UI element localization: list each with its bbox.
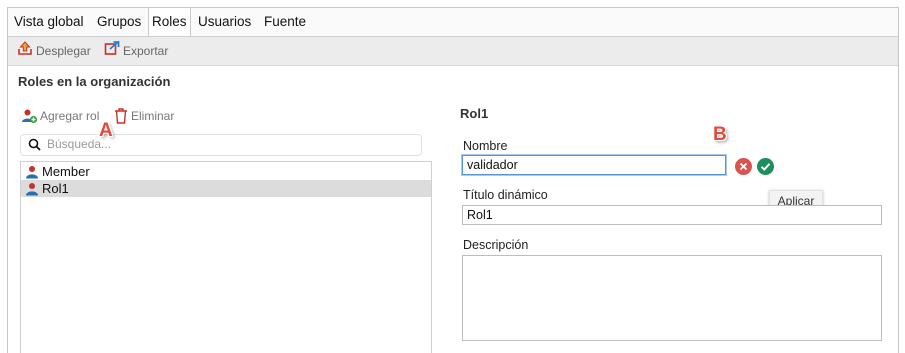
role-name: Rol1	[42, 181, 69, 196]
detail-title: Rol1	[460, 106, 489, 121]
role-name: Member	[42, 164, 90, 179]
delete-role-button[interactable]: Eliminar	[114, 108, 174, 124]
delete-role-label: Eliminar	[131, 109, 175, 123]
deploy-label: Desplegar	[36, 44, 91, 58]
section-title: Roles en la organización	[18, 74, 171, 89]
description-label: Descripción	[463, 238, 529, 252]
annotation-a: A	[99, 120, 113, 141]
app-window: Vista global Grupos Roles Usuarios Fuent…	[7, 7, 899, 353]
list-item[interactable]: Member	[21, 163, 431, 180]
dynamic-title-field[interactable]	[462, 205, 882, 225]
search-field[interactable]: Búsqueda...	[20, 134, 422, 156]
trash-icon	[114, 108, 128, 124]
search-icon	[28, 138, 41, 154]
deploy-button[interactable]: Desplegar	[17, 37, 91, 65]
cancel-icon	[739, 162, 748, 171]
tab-vista-global[interactable]: Vista global	[14, 8, 84, 36]
annotation-b: B	[713, 124, 727, 145]
tab-fuente[interactable]: Fuente	[264, 8, 306, 36]
cancel-button[interactable]	[735, 158, 752, 175]
apply-button[interactable]	[757, 158, 774, 175]
add-role-button[interactable]: Agregar rol	[21, 108, 99, 124]
user-icon	[25, 182, 39, 196]
tab-grupos[interactable]: Grupos	[97, 8, 141, 36]
toolbar: Desplegar Exportar	[8, 37, 898, 66]
name-label: Nombre	[463, 139, 508, 153]
roles-list: Member Rol1	[20, 161, 432, 353]
tab-roles[interactable]: Roles	[148, 8, 191, 36]
name-field[interactable]	[462, 155, 726, 175]
tab-usuarios[interactable]: Usuarios	[198, 8, 251, 36]
export-button[interactable]: Exportar	[104, 37, 168, 65]
dynamic-title-label: Título dinámico	[463, 188, 548, 202]
user-icon	[25, 165, 39, 179]
check-icon	[760, 163, 771, 171]
export-label: Exportar	[123, 44, 169, 58]
deploy-icon	[17, 37, 33, 65]
export-icon	[104, 37, 120, 65]
add-user-icon	[21, 108, 37, 124]
tab-bar: Vista global Grupos Roles Usuarios Fuent…	[8, 8, 898, 37]
list-item-selected[interactable]: Rol1	[21, 180, 431, 197]
description-field[interactable]	[462, 255, 882, 341]
add-role-label: Agregar rol	[40, 109, 100, 123]
